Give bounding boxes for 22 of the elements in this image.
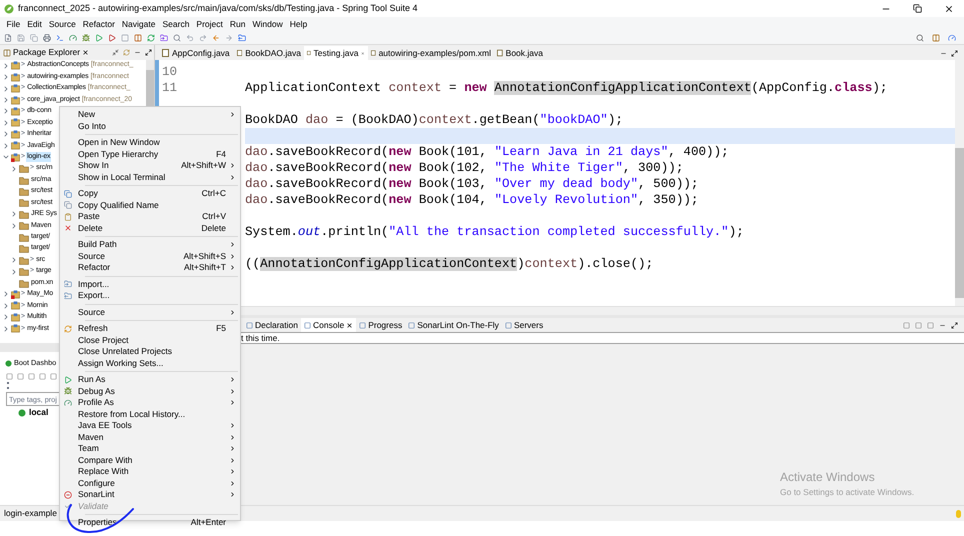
code-line: dao.saveBookRecord(new Book(103, "Over my dead body", 500)); xyxy=(245,176,700,192)
code-line: ApplicationContext context = new AnnotationConfigApplicationContext(AppConfig.class); xyxy=(245,80,888,96)
code-line: System.out.println("All the transaction completed successfully."); xyxy=(245,224,745,240)
window-title: franconnect_2025 - autowiring-examples/src/main/java/com/sks/db/Testing.java - Spring Tool Suite 4 xyxy=(18,2,418,15)
code-line: dao.saveBookRecord(new Book(102, "The White Tiger", 300)); xyxy=(245,160,684,176)
shortcut-label: Alt+Shift+T xyxy=(184,261,227,274)
status-text: login-example xyxy=(4,507,57,520)
line-number: 10 xyxy=(161,64,178,80)
shortcut-label: Delete xyxy=(201,222,227,235)
activation-notice-text: Go to Settings to activate Windows. xyxy=(780,486,914,499)
shortcut-label: Alt+Shift+W xyxy=(181,159,227,172)
code-line: BookDAO dao = (BookDAO)context.getBean("bookDAO"); xyxy=(245,112,624,128)
shortcut-label: Ctrl+C xyxy=(202,187,227,200)
code-line: dao.saveBookRecord(new Book(101, "Learn Java in 21 days", 400)); xyxy=(245,144,730,160)
shortcut-label: Ctrl+V xyxy=(202,210,227,224)
code-line: dao.saveBookRecord(new Book(104, "Lovely Revolution", 350)); xyxy=(245,192,700,208)
line-number: 11 xyxy=(161,80,178,96)
shortcut-label: F5 xyxy=(216,322,227,336)
shortcut-label: Alt+Enter xyxy=(190,516,227,530)
shortcut-label: F4 xyxy=(216,148,227,161)
shortcut-label: Alt+Shift+S xyxy=(183,250,227,263)
activation-notice-title: Activate Windows xyxy=(780,469,876,486)
